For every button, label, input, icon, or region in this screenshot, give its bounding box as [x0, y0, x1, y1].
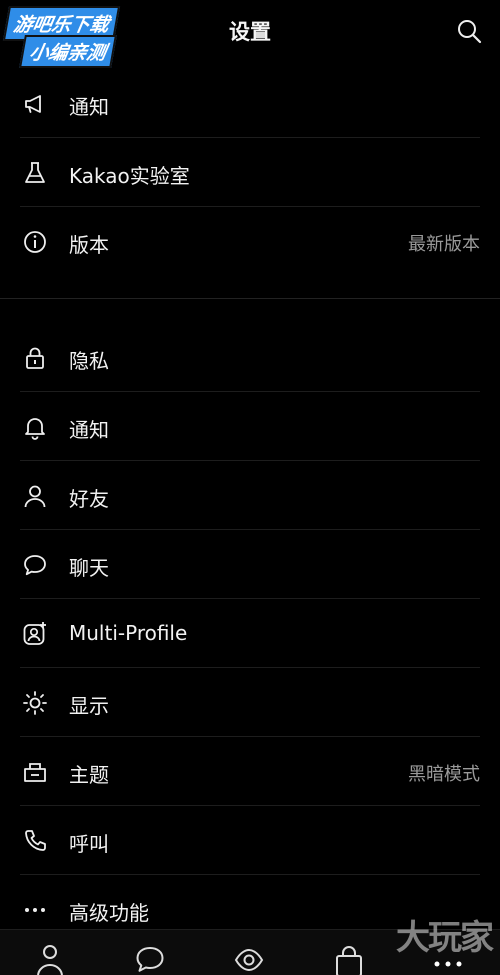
watermark-badge: 游吧乐下载 小编亲测 [2, 6, 152, 68]
settings-item-display[interactable]: 显示 [0, 668, 500, 737]
settings-item-label: 聊天 [69, 556, 109, 580]
section-divider [0, 298, 500, 299]
settings-item-label: Kakao实验室 [69, 164, 190, 188]
settings-item-label: 显示 [69, 694, 109, 718]
lock-icon [22, 345, 48, 371]
chat-bubble-icon [22, 552, 48, 578]
brightness-icon [22, 690, 48, 716]
info-icon [22, 229, 48, 255]
settings-item-call[interactable]: 呼叫 [0, 806, 500, 875]
settings-item-label: Multi-Profile [69, 621, 188, 645]
settings-item-label: 高级功能 [69, 901, 149, 925]
settings-item-label: 通知 [69, 418, 109, 442]
settings-item-privacy[interactable]: 隐私 [0, 323, 500, 392]
megaphone-icon [22, 91, 48, 117]
theme-value: 黑暗模式 [408, 764, 480, 785]
settings-item-label: 隐私 [69, 349, 109, 373]
search-icon[interactable] [456, 18, 482, 44]
watermark-line-2: 小编亲测 [19, 35, 117, 68]
friends-tab-icon[interactable] [34, 942, 66, 975]
multi-profile-icon [22, 621, 48, 647]
view-tab-icon[interactable] [233, 942, 265, 975]
version-value: 最新版本 [408, 234, 480, 255]
corner-watermark: 大玩家 [396, 918, 494, 958]
flask-icon [22, 160, 48, 186]
settings-item-kakao-lab[interactable]: Kakao实验室 [0, 138, 500, 207]
bell-icon [22, 414, 48, 440]
settings-item-label: 通知 [69, 95, 109, 119]
more-dots-icon [22, 897, 48, 923]
settings-item-label: 主题 [69, 763, 109, 787]
settings-item-label: 版本 [69, 233, 109, 257]
settings-item-label: 好友 [69, 487, 109, 511]
settings-item-chats[interactable]: 聊天 [0, 530, 500, 599]
shopping-tab-icon[interactable] [333, 942, 365, 975]
settings-item-theme[interactable]: 主题 黑暗模式 [0, 737, 500, 806]
settings-item-version[interactable]: 版本 最新版本 [0, 207, 500, 276]
settings-item-label: 呼叫 [69, 832, 109, 856]
chats-tab-icon[interactable] [134, 942, 166, 975]
person-icon [22, 483, 48, 509]
settings-item-friends[interactable]: 好友 [0, 461, 500, 530]
phone-icon [22, 828, 48, 854]
settings-item-notifications[interactable]: 通知 [0, 392, 500, 461]
settings-item-multi-profile[interactable]: Multi-Profile [0, 599, 500, 668]
settings-item-notice[interactable]: 通知 [0, 69, 500, 138]
theme-icon [22, 759, 48, 785]
